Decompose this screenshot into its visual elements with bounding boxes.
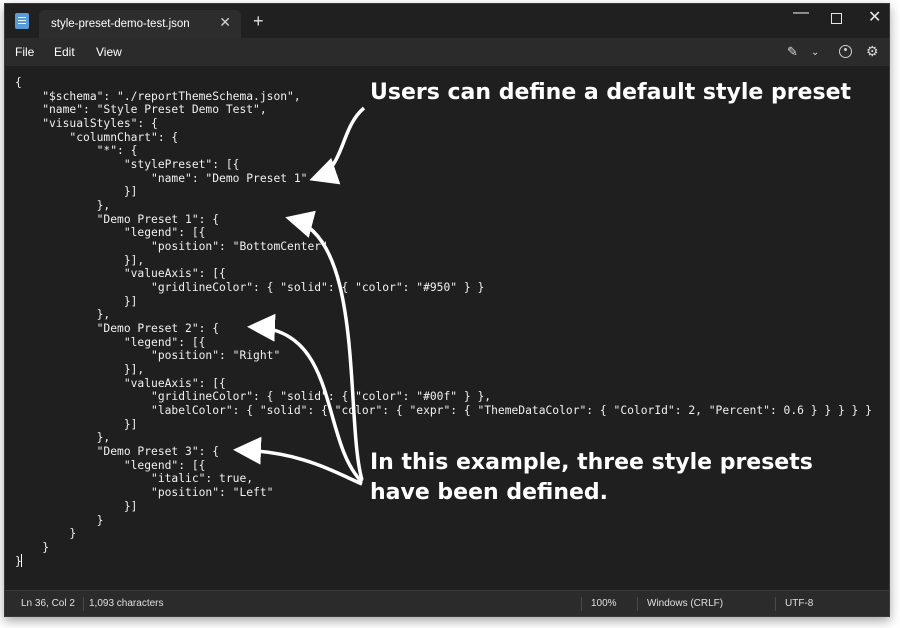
status-line-endings[interactable]: Windows (CRLF) xyxy=(647,598,723,609)
status-divider xyxy=(637,597,638,611)
pen-sparkle-icon[interactable]: ✎ xyxy=(787,44,798,60)
text-caret xyxy=(21,554,22,567)
minimize-icon[interactable]: — xyxy=(793,4,809,22)
callout-default-preset: Users can define a default style preset xyxy=(370,80,852,105)
maximize-icon[interactable] xyxy=(831,13,842,24)
menu-bar: File Edit View ✎ ⌄ ⚙ xyxy=(5,38,889,66)
text-editor[interactable]: { "$schema": "./reportThemeSchema.json",… xyxy=(5,66,889,590)
callout-three-presets: In this example, three style presets hav… xyxy=(370,450,813,505)
gear-icon[interactable]: ⚙ xyxy=(866,43,879,60)
menu-file[interactable]: File xyxy=(15,45,34,59)
status-character-count: 1,093 characters xyxy=(89,598,164,609)
status-divider xyxy=(581,597,582,611)
title-bar: style-preset-demo-test.json ✕ + — ✕ xyxy=(5,4,889,38)
status-bar: Ln 36, Col 2 1,093 characters 100% Windo… xyxy=(5,590,889,616)
status-divider xyxy=(83,597,84,611)
status-encoding[interactable]: UTF-8 xyxy=(785,598,813,609)
status-cursor-position: Ln 36, Col 2 xyxy=(21,598,75,609)
chevron-down-icon[interactable]: ⌄ xyxy=(811,47,819,58)
notepad-app-icon xyxy=(15,13,29,29)
status-divider xyxy=(775,597,776,611)
menu-edit[interactable]: Edit xyxy=(54,45,75,59)
tab-file[interactable]: style-preset-demo-test.json ✕ xyxy=(39,10,241,38)
tab-title: style-preset-demo-test.json xyxy=(51,18,190,30)
status-zoom[interactable]: 100% xyxy=(591,598,617,609)
tab-close-icon[interactable]: ✕ xyxy=(219,14,231,31)
menu-view[interactable]: View xyxy=(96,45,122,59)
new-tab-icon[interactable]: + xyxy=(253,11,264,32)
close-window-icon[interactable]: ✕ xyxy=(868,7,881,27)
account-icon[interactable] xyxy=(839,45,852,58)
